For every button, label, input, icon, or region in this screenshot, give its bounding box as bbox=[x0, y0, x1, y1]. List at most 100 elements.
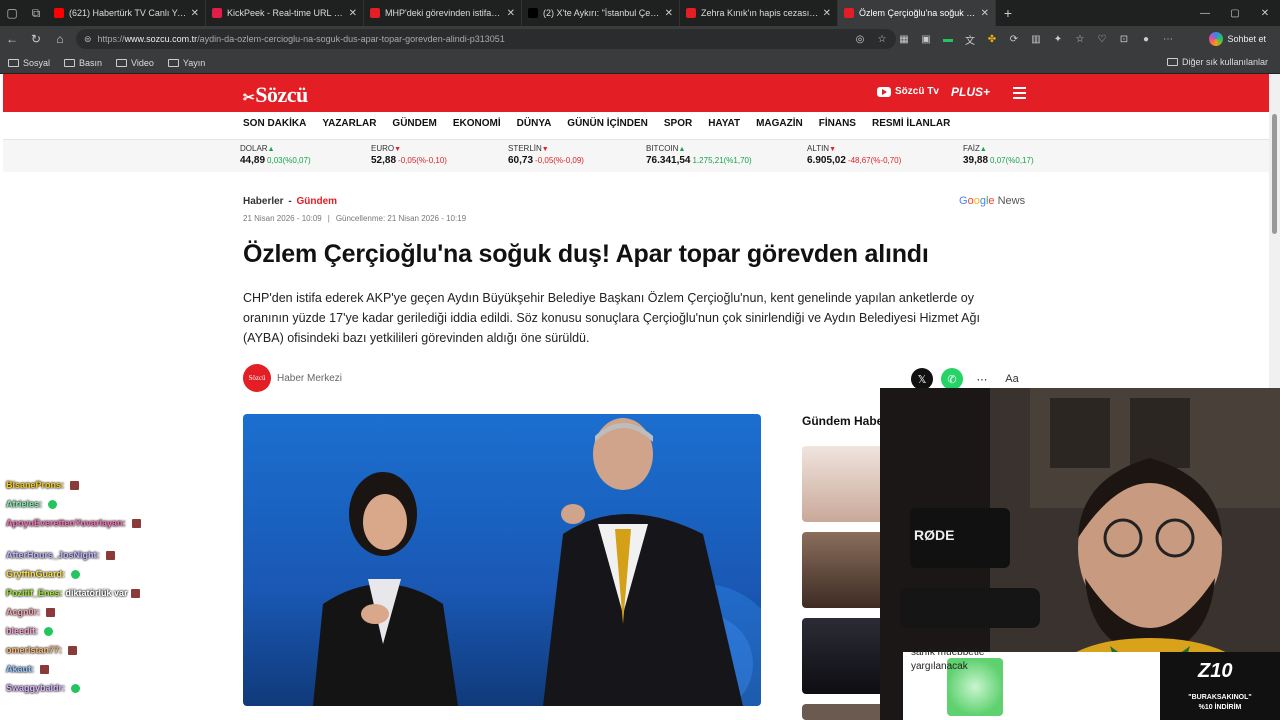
tab-close-icon[interactable]: ✕ bbox=[665, 8, 673, 19]
browser-tab[interactable]: KickPeek - Real-time URL Crawler ✕ bbox=[206, 0, 364, 26]
nav-item[interactable]: GÜNDEM bbox=[392, 118, 436, 129]
font-size-icon[interactable]: Aa bbox=[1001, 368, 1023, 390]
extensions-puzzle-icon[interactable]: ✦ bbox=[1050, 31, 1066, 47]
ticker-name: ALTIN bbox=[807, 144, 830, 153]
bookmark-sosyal[interactable]: Sosyal bbox=[8, 58, 50, 68]
breadcrumb-category[interactable]: Gündem bbox=[296, 196, 337, 207]
emote-icon bbox=[71, 683, 81, 693]
nav-item[interactable]: SPOR bbox=[664, 118, 692, 129]
home-icon[interactable]: ⌂ bbox=[48, 32, 72, 46]
article-image[interactable] bbox=[243, 414, 761, 706]
tab-close-icon[interactable]: ✕ bbox=[507, 8, 515, 19]
translate-icon[interactable]: 文 bbox=[962, 31, 978, 47]
tab-title: Zehra Kınık'ın hapis cezası kesinleş bbox=[701, 8, 819, 18]
nav-item[interactable]: HAYAT bbox=[708, 118, 740, 129]
url-path: /aydin-da-ozlem-cercioglu-na-soguk-dus-a… bbox=[197, 34, 505, 44]
browser-tab[interactable]: Özlem Çerçioğlu'na soğuk duş! Apar ✕ bbox=[838, 0, 996, 26]
minimize-icon[interactable]: — bbox=[1190, 0, 1220, 26]
bookmark-video[interactable]: Video bbox=[116, 58, 154, 68]
nav-item[interactable]: SON DAKİKA bbox=[243, 118, 306, 129]
nav-item[interactable]: YAZARLAR bbox=[322, 118, 376, 129]
new-tab-button[interactable]: + bbox=[996, 5, 1020, 21]
profile-icon[interactable]: ▢ bbox=[0, 0, 24, 26]
ticker-item[interactable]: STERLİN▼ 60,73 -0,05(%-0,09) bbox=[508, 144, 584, 166]
performance-icon[interactable]: ♡ bbox=[1094, 31, 1110, 47]
screenshot-icon[interactable]: ⊡ bbox=[1116, 31, 1132, 47]
tab-close-icon[interactable]: ✕ bbox=[981, 8, 989, 19]
author-byline[interactable]: Sözcü Haber Merkezi bbox=[243, 364, 342, 392]
ticker-value: 6.905,02 bbox=[807, 155, 846, 166]
emote-icon bbox=[131, 518, 141, 528]
copilot-chat-button[interactable]: Sohbet et bbox=[1203, 30, 1272, 48]
chat-message: Afrieles: bbox=[6, 499, 58, 509]
breadcrumb-home[interactable]: Haberler bbox=[243, 196, 284, 207]
tab-close-icon[interactable]: ✕ bbox=[823, 8, 831, 19]
other-bookmarks[interactable]: Diğer sık kullanılanlar bbox=[1166, 57, 1268, 67]
plus-link[interactable]: PLUS+ bbox=[951, 85, 990, 99]
ticker-item[interactable]: FAİZ▲ 39,88 0,07(%0,17) bbox=[963, 144, 1034, 166]
promo-code: "BURAKSAKINOL" bbox=[1188, 694, 1252, 701]
ticker-item[interactable]: BITCOIN▲ 76.341,54 1.275,21(%1,70) bbox=[646, 144, 752, 166]
tab-title: MHP'deki görevinden istifa etmişti bbox=[385, 8, 503, 18]
refresh-extension-icon[interactable]: ⟳ bbox=[1006, 31, 1022, 47]
nav-item[interactable]: FİNANS bbox=[819, 118, 856, 129]
whatsapp-share-icon[interactable]: ✆ bbox=[941, 368, 963, 390]
nav-item[interactable]: GÜNÜN İÇİNDEN bbox=[567, 118, 648, 129]
chat-username: Swaggybaldr: bbox=[6, 683, 66, 693]
arrow-up-icon: ▲ bbox=[979, 146, 987, 153]
back-icon[interactable]: ← bbox=[0, 32, 24, 46]
ticker-value: 60,73 bbox=[508, 155, 534, 166]
browser-tab[interactable]: MHP'deki görevinden istifa etmişti ✕ bbox=[364, 0, 522, 26]
main-navigation: SON DAKİKA YAZARLAR GÜNDEM EKONOMİ DÜNYA GÜNÜ… bbox=[243, 118, 950, 129]
bookmark-yayin[interactable]: Yayın bbox=[167, 58, 205, 68]
tab-close-icon[interactable]: ✕ bbox=[191, 8, 199, 19]
tab-title: (2) X'te Aykırı: "İstanbul Çekmeköy bbox=[543, 8, 661, 18]
article-dates: 21 Nisan 2026 - 10:09 | Güncellenme: 21 Ni… bbox=[243, 214, 466, 223]
ticker-item[interactable]: DOLAR▲ 44,89 0,03(%0,07) bbox=[240, 144, 311, 166]
google-news-link[interactable]: Google News bbox=[959, 195, 1025, 207]
x-share-icon[interactable]: 𝕏 bbox=[911, 368, 933, 390]
chat-button-label: Sohbet et bbox=[1227, 34, 1266, 44]
more-share-icon[interactable]: ⋯ bbox=[971, 368, 993, 390]
scrollbar-thumb[interactable] bbox=[1272, 114, 1277, 234]
site-logo[interactable]: ✂Sözcü bbox=[243, 82, 308, 108]
nav-item[interactable]: EKONOMİ bbox=[453, 118, 501, 129]
workspaces-icon[interactable]: ⧉ bbox=[24, 0, 48, 26]
ticker-change: 0,07(%0,17) bbox=[990, 156, 1034, 165]
close-window-icon[interactable]: ✕ bbox=[1250, 0, 1280, 26]
hamburger-menu-icon[interactable] bbox=[1013, 87, 1026, 102]
favorites-icon[interactable]: ☆ bbox=[1072, 31, 1088, 47]
extension-icon[interactable]: ▬ bbox=[940, 31, 956, 47]
share-tools: 𝕏 ✆ ⋯ Aa bbox=[911, 368, 1023, 390]
favorite-star-icon[interactable]: ☆ bbox=[874, 31, 890, 47]
extension-icon[interactable]: ✤ bbox=[984, 31, 1000, 47]
ticker-change: -0,05(%-0,09) bbox=[535, 156, 584, 165]
folder-icon bbox=[8, 58, 19, 67]
folder-icon bbox=[167, 58, 179, 67]
ticker-item[interactable]: ALTIN▼ 6.905,02 -48,67(%-0,70) bbox=[807, 144, 901, 166]
read-aloud-icon[interactable]: ◎ bbox=[852, 31, 868, 47]
address-input[interactable]: ⊜ https://www.sozcu.com.tr/aydin-da-ozle… bbox=[76, 29, 896, 49]
nav-item[interactable]: RESMİ İLANLAR bbox=[872, 118, 950, 129]
split-screen-icon[interactable]: ▥ bbox=[1028, 31, 1044, 47]
extension-icon[interactable]: ▣ bbox=[918, 31, 934, 47]
tab-close-icon[interactable]: ✕ bbox=[349, 8, 357, 19]
more-menu-icon[interactable]: ⋯ bbox=[1160, 31, 1176, 47]
bookmark-basin[interactable]: Basın bbox=[64, 58, 102, 68]
extension-icon[interactable]: ▦ bbox=[896, 31, 912, 47]
chat-username: Pozitif_Enes: bbox=[6, 588, 63, 598]
chat-message: bleedit: bbox=[6, 626, 54, 636]
maximize-icon[interactable]: ▢ bbox=[1220, 0, 1250, 26]
refresh-icon[interactable]: ↻ bbox=[24, 32, 48, 46]
nav-item[interactable]: MAGAZİN bbox=[756, 118, 803, 129]
tab-favicon-icon bbox=[844, 8, 854, 18]
arrow-down-icon: ▼ bbox=[829, 146, 837, 153]
emote-icon bbox=[40, 664, 50, 674]
avatar[interactable]: ● bbox=[1138, 31, 1154, 47]
browser-tab[interactable]: (621) Habertürk TV Canlı Yayın ᴴᴰ ✕ bbox=[48, 0, 206, 26]
nav-item[interactable]: DÜNYA bbox=[517, 118, 552, 129]
sozcu-tv-link[interactable]: Sözcü Tv bbox=[877, 86, 939, 97]
browser-tab[interactable]: Zehra Kınık'ın hapis cezası kesinleş ✕ bbox=[680, 0, 838, 26]
ticker-item[interactable]: EURO▼ 52,88 -0,05(%-0,10) bbox=[371, 144, 447, 166]
browser-tab[interactable]: (2) X'te Aykırı: "İstanbul Çekmeköy ✕ bbox=[522, 0, 680, 26]
